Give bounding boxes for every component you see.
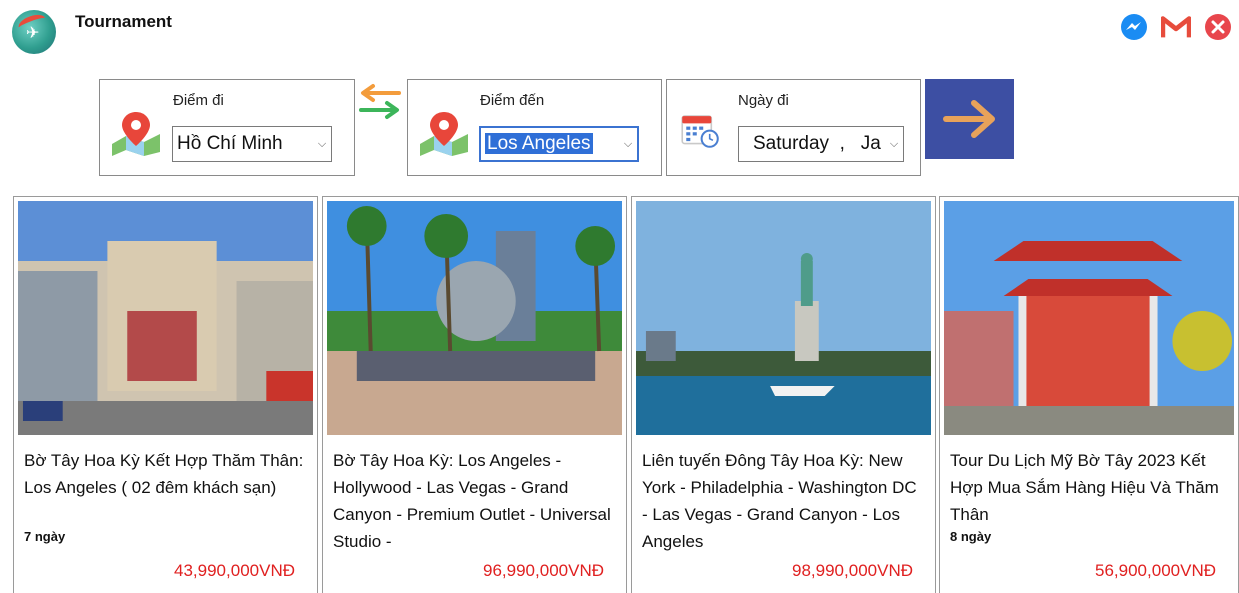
map-pin-icon [112, 112, 160, 156]
tour-price: 96,990,000VNĐ [483, 561, 604, 580]
tour-price: 56,900,000VNĐ [1095, 561, 1216, 580]
tour-card[interactable]: Bờ Tây Hoa Kỳ Kết Hợp Thăm Thân: Los Ang… [13, 196, 318, 593]
tour-card[interactable]: Bờ Tây Hoa Kỳ: Los Angeles - Hollywood -… [322, 196, 627, 593]
tour-price: 98,990,000VNĐ [792, 561, 913, 580]
top-icons [1119, 12, 1233, 42]
date-picker[interactable]: Saturday , Ja ⌵ [738, 126, 904, 162]
date-value: Saturday , Ja [753, 133, 881, 154]
origin-label: Điểm đi [173, 92, 224, 109]
origin-panel: Điểm đi Hồ Chí Minh ⌵ [99, 79, 355, 176]
destination-value: Los Angeles [485, 133, 593, 154]
destination-label: Điểm đến [480, 92, 545, 109]
destination-select[interactable]: Los Angeles ⌵ [479, 126, 639, 162]
close-icon[interactable] [1203, 12, 1233, 42]
map-pin-icon [420, 112, 468, 156]
tour-title: Liên tuyến Đông Tây Hoa Kỳ: New York - P… [642, 451, 917, 551]
tour-card[interactable]: Liên tuyến Đông Tây Hoa Kỳ: New York - P… [631, 196, 936, 593]
date-label: Ngày đi [738, 92, 789, 109]
tour-title: Bờ Tây Hoa Kỳ: Los Angeles - Hollywood -… [333, 451, 611, 551]
origin-select[interactable]: Hồ Chí Minh ⌵ [172, 126, 332, 162]
date-panel: Ngày đi Saturday , Ja ⌵ [666, 79, 921, 176]
tour-image [327, 201, 622, 435]
tour-image [18, 201, 313, 435]
tour-title: Bờ Tây Hoa Kỳ Kết Hợp Thăm Thân: Los Ang… [24, 451, 304, 497]
search-button[interactable] [925, 79, 1014, 159]
app-title: Tournament [75, 12, 172, 31]
chevron-down-icon: ⌵ [623, 137, 633, 150]
gmail-icon[interactable] [1161, 12, 1191, 42]
chevron-down-icon: ⌵ [317, 137, 327, 150]
app-logo: ✈ [12, 10, 56, 54]
arrow-right-icon [942, 100, 995, 138]
tour-title: Tour Du Lịch Mỹ Bờ Tây 2023 Kết Hợp Mua … [950, 451, 1219, 524]
tour-duration: 7 ngày [24, 529, 66, 544]
tour-price: 43,990,000VNĐ [174, 561, 295, 580]
chevron-down-icon: ⌵ [889, 137, 899, 150]
tour-card[interactable]: Tour Du Lịch Mỹ Bờ Tây 2023 Kết Hợp Mua … [939, 196, 1239, 593]
tour-image [636, 201, 931, 435]
destination-panel: Điểm đến Los Angeles ⌵ [407, 79, 662, 176]
origin-value: Hồ Chí Minh [177, 133, 283, 154]
tour-image [944, 201, 1234, 435]
calendar-icon [681, 115, 719, 148]
tour-duration: 8 ngày [950, 529, 992, 544]
messenger-icon[interactable] [1119, 12, 1149, 42]
swap-arrows-icon[interactable] [357, 82, 403, 122]
